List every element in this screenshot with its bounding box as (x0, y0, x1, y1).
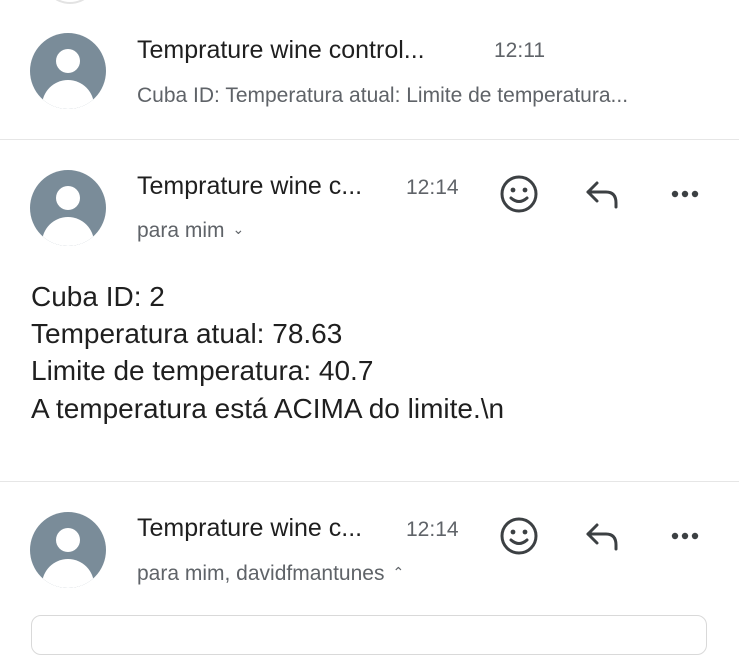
message-preview: Cuba ID: Temperatura atual: Limite de te… (137, 84, 629, 107)
chevron-up-icon: ⌃ (392, 564, 405, 580)
emoji-reaction-button[interactable] (497, 514, 541, 558)
reply-icon (586, 181, 618, 209)
reply-button[interactable] (580, 172, 624, 216)
emoji-reaction-icon (500, 517, 538, 555)
quoted-content-box[interactable] (31, 615, 707, 655)
previous-message-avatar-edge (42, 0, 98, 4)
sender-name: Temprature wine c... (137, 514, 363, 542)
avatar-shoulders (42, 559, 94, 588)
sender-name: Temprature wine control... (137, 36, 425, 64)
body-line-current-temperature: Temperatura atual: 78.63 (31, 318, 343, 349)
emoji-reaction-button[interactable] (497, 172, 541, 216)
reply-button[interactable] (580, 514, 624, 558)
body-line-status: A temperatura está ACIMA do limite.\n (31, 393, 505, 424)
more-options-button[interactable] (663, 514, 707, 558)
more-options-icon (671, 532, 699, 540)
avatar (30, 512, 106, 588)
divider (0, 139, 739, 140)
recipients-toggle[interactable]: para mim ⌄ (137, 219, 244, 243)
recipients-toggle[interactable]: para mim, davidfmantunes ⌃ (137, 562, 404, 586)
more-options-button[interactable] (663, 172, 707, 216)
avatar-shoulders (42, 80, 94, 109)
message-time: 12:14 (406, 518, 459, 541)
avatar-head (56, 528, 80, 552)
recipients-text: para mim, davidfmantunes (137, 562, 385, 585)
avatar (30, 33, 106, 109)
avatar-head (56, 186, 80, 210)
message-time: 12:14 (406, 176, 459, 199)
body-line-temperature-limit: Limite de temperatura: 40.7 (31, 355, 374, 386)
more-options-icon (671, 190, 699, 198)
sender-name: Temprature wine c... (137, 172, 363, 200)
chevron-down-icon: ⌄ (232, 221, 245, 237)
emoji-reaction-icon (500, 175, 538, 213)
reply-icon (586, 523, 618, 551)
divider (0, 481, 739, 482)
recipients-text: para mim (137, 219, 225, 242)
body-line-cuba-id: Cuba ID: 2 (31, 281, 165, 312)
avatar-head (56, 49, 80, 73)
avatar (30, 170, 106, 246)
message-time: 12:11 (494, 39, 545, 62)
avatar-shoulders (42, 217, 94, 246)
